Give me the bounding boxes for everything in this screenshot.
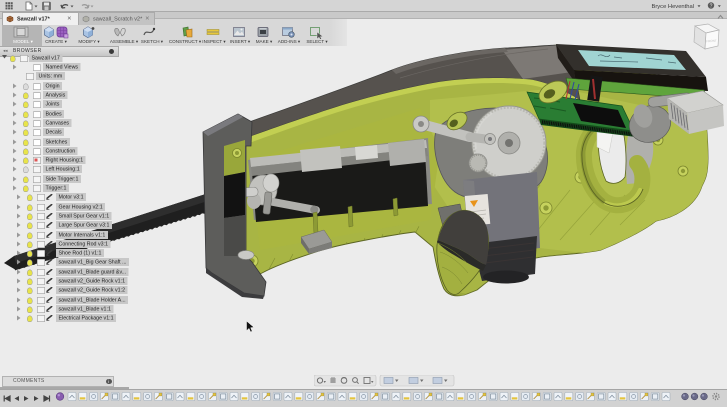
svg-text:Bryce Heventhal: Bryce Heventhal bbox=[651, 4, 694, 10]
svg-text:?: ? bbox=[710, 4, 713, 10]
svg-text:FRONT: FRONT bbox=[706, 39, 717, 44]
